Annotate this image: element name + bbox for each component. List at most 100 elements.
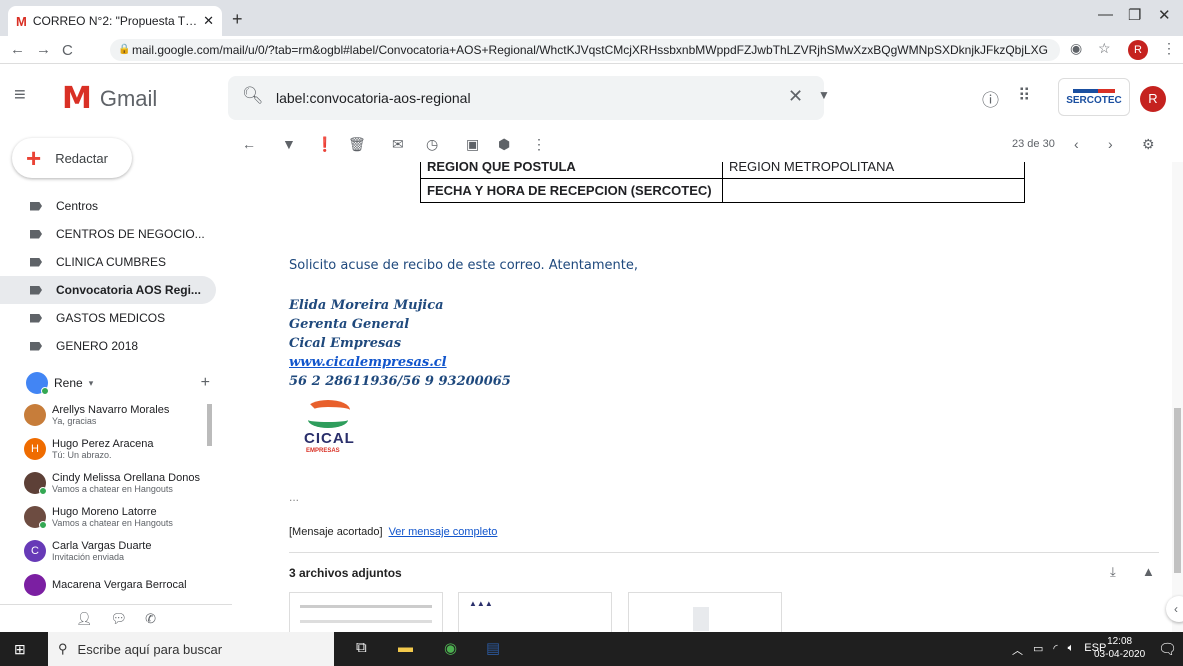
organization-logo[interactable]: SERCOTEC [1058, 78, 1130, 116]
table-value-cell: REGION METROPOLITANA [722, 162, 1025, 179]
sidebar-label-item[interactable]: CENTROS DE NEGOCIO... [0, 220, 216, 248]
main-scrollbar-thumb[interactable] [1174, 408, 1181, 573]
sidebar: + Redactar Centros CENTROS DE NEGOCIO... C… [0, 128, 232, 604]
windows-start-icon[interactable]: ⊞ [14, 641, 26, 658]
taskbar-search[interactable]: ⚲ Escribe aquí para buscar [48, 632, 334, 666]
hangouts-contact[interactable]: C Carla Vargas Duarte Invitación enviada [0, 534, 232, 568]
sidebar-label-item[interactable]: Centros [0, 192, 216, 220]
logo-arc-green [308, 412, 348, 428]
signature-name: Elida Moreira Mujica [289, 298, 444, 313]
label-tag-icon [30, 229, 42, 239]
network-icon[interactable]: ▭ [1033, 642, 1043, 658]
attachment-thumbnail-3[interactable] [628, 592, 782, 632]
contact-list: Arellys Navarro Morales Ya, gracias H Hugo … [0, 398, 232, 602]
label-icon[interactable]: ⬢ [498, 136, 510, 153]
account-avatar[interactable]: R [1140, 86, 1166, 112]
truncated-text: [Mensaje acortado] [289, 526, 383, 538]
sidebar-label-item[interactable]: GASTOS MEDICOS [0, 304, 216, 332]
contact-avatar: C [24, 540, 46, 562]
delete-icon[interactable]: 🗑︎ [348, 136, 366, 153]
contact-name: Carla Vargas Duarte [52, 539, 152, 552]
hangouts-contact[interactable]: Hugo Moreno Latorre Vamos a chatear en Ha… [0, 500, 232, 534]
sidebar-scrollbar[interactable] [207, 404, 212, 446]
save-to-drive-icon[interactable]: ▲ [1142, 564, 1155, 579]
search-options-chevron-down-icon[interactable]: ▼ [818, 88, 830, 102]
sidebar-label-text: CENTROS DE NEGOCIO... [56, 227, 205, 241]
message-count: 23 de 30 [1012, 138, 1055, 150]
notifications-icon[interactable]: 🗨︎ [1158, 640, 1177, 658]
file-explorer-icon[interactable]: ▬ [398, 639, 413, 656]
volume-icon[interactable]: 🔈︎ [1068, 642, 1075, 658]
browser-profile-avatar[interactable]: R [1128, 40, 1148, 60]
close-window-icon[interactable]: ✕ [1158, 6, 1171, 24]
tray-chevron-up-icon[interactable]: ︿ [1012, 642, 1023, 658]
settings-gear-icon[interactable]: ⚙ [1142, 136, 1155, 153]
logo-subtext: EMPRESAS [306, 448, 340, 454]
move-to-icon[interactable]: ▣ [466, 136, 479, 153]
address-bar-row: ← → C 🔒 mail.google.com/mail/u/0/?tab=rm… [0, 36, 1183, 64]
hangouts-contact[interactable]: Arellys Navarro Morales Ya, gracias [0, 398, 232, 432]
gmail-logo[interactable]: M Gmail [62, 81, 157, 116]
chrome-icon[interactable]: ◉ [444, 639, 457, 657]
search-icon[interactable]: 🔍︎ [242, 86, 264, 106]
contact-name: Hugo Perez Aracena [52, 437, 154, 450]
signature-website-link[interactable]: www.cicalempresas.cl [289, 355, 447, 370]
attachment-thumbnail-2[interactable]: ▲▲▲ [458, 592, 612, 632]
attachment-2-logo: ▲▲▲ [469, 599, 493, 608]
clear-search-icon[interactable]: ✕ [788, 86, 803, 107]
extension-icon[interactable]: ◉ [1070, 40, 1082, 57]
taskbar-clock[interactable]: 12:08 03-04-2020 [1094, 635, 1145, 661]
hangouts-contact[interactable]: Macarena Vergara Berrocal [0, 568, 232, 602]
reload-icon[interactable]: C [62, 42, 73, 59]
sidebar-label-item[interactable]: Convocatoria AOS Regi... [0, 276, 216, 304]
sidebar-label-text: Centros [56, 199, 99, 213]
forward-icon[interactable]: → [36, 41, 51, 58]
wifi-icon[interactable]: ◜ [1053, 642, 1057, 658]
word-icon[interactable]: ▤ [486, 639, 500, 657]
contacts-person-icon[interactable]: 👤︎ [76, 611, 93, 627]
show-trimmed-content[interactable]: ... [289, 490, 299, 504]
sidebar-label-item[interactable]: CLINICA CUMBRES [0, 248, 216, 276]
task-view-icon[interactable]: ⧉ [356, 639, 367, 656]
contact-name: Cindy Melissa Orellana Donos [52, 471, 200, 484]
url-field[interactable]: 🔒 mail.google.com/mail/u/0/?tab=rm&ogbl#… [110, 39, 1060, 61]
mark-unread-icon[interactable]: ✉︎ [392, 136, 404, 153]
hangouts-contact[interactable]: H Hugo Perez Aracena Tú: Un abrazo. [0, 432, 232, 466]
contact-status: Vamos a chatear en Hangouts [52, 517, 173, 528]
bookmark-star-icon[interactable]: ☆ [1098, 40, 1111, 57]
new-tab-button[interactable]: + [232, 9, 243, 30]
main-scrollbar[interactable] [1172, 162, 1183, 632]
search-input[interactable] [276, 86, 736, 110]
restore-icon[interactable]: ❐ [1128, 6, 1141, 24]
snooze-clock-icon[interactable]: ◷ [426, 136, 438, 153]
view-full-message-link[interactable]: Ver mensaje completo [389, 526, 498, 538]
compose-label: Redactar [55, 150, 108, 166]
attachment-thumbnail-1[interactable] [289, 592, 443, 632]
browser-menu-icon[interactable]: ⋮ [1162, 40, 1176, 57]
report-spam-icon[interactable]: ❗ [316, 136, 333, 153]
main-menu-icon[interactable]: ≡ [14, 84, 26, 107]
hangouts-user[interactable]: Rene ▾ + [0, 368, 232, 398]
back-icon[interactable]: ← [10, 41, 25, 58]
older-chevron-right-icon[interactable]: › [1108, 136, 1113, 152]
sidebar-label-item[interactable]: GENERO 2018 [0, 332, 216, 360]
add-contact-icon[interactable]: + [201, 374, 210, 392]
phone-icon[interactable]: ✆ [145, 611, 156, 627]
archive-icon[interactable]: ▼ [282, 136, 296, 152]
hangouts-contact[interactable]: Cindy Melissa Orellana Donos Vamos a chat… [0, 466, 232, 500]
more-options-icon[interactable]: ⋮ [532, 136, 546, 153]
chevron-down-icon[interactable]: ▾ [89, 378, 94, 389]
apps-grid-icon[interactable]: ⠿ [1018, 86, 1030, 106]
minimize-icon[interactable]: — [1098, 6, 1113, 23]
company-logo: CICAL EMPRESAS [302, 400, 356, 460]
contact-name: Hugo Moreno Latorre [52, 505, 157, 518]
browser-tab[interactable]: M CORREO N°2: "Propuesta Técnica ✕ [8, 6, 222, 36]
back-to-list-icon[interactable]: ← [242, 136, 256, 152]
gmail-favicon-icon: M [16, 13, 27, 29]
chat-bubble-icon[interactable]: 💬︎ [111, 611, 128, 627]
newer-chevron-left-icon[interactable]: ‹ [1074, 136, 1079, 152]
compose-button[interactable]: + Redactar [12, 138, 132, 178]
help-icon[interactable]: ⓘ [982, 86, 999, 111]
tab-close-icon[interactable]: ✕ [203, 13, 214, 29]
download-all-icon[interactable]: ⤓ [1110, 564, 1116, 580]
